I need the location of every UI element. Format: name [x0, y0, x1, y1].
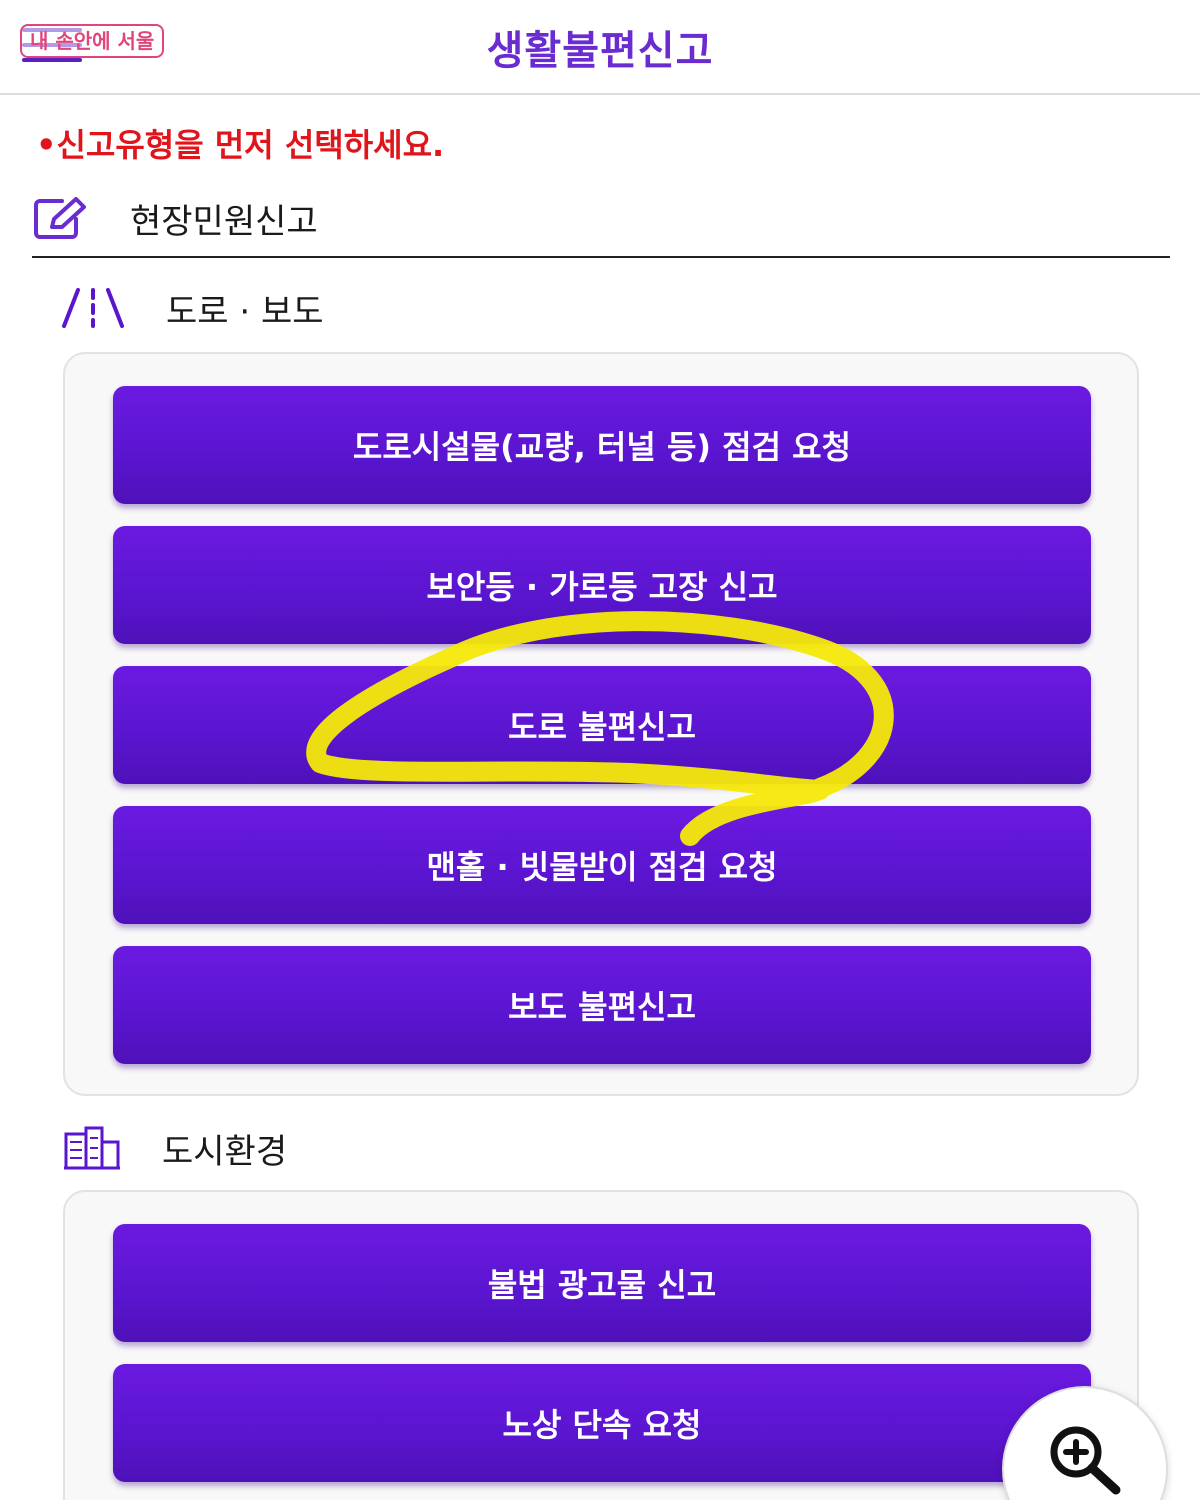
sidewalk-complaint-button[interactable]: 보도 불편신고: [113, 946, 1091, 1064]
page-title: 생활불편신고: [486, 28, 714, 74]
zoom-in-icon: [1050, 1426, 1121, 1495]
street-vendor-control-button[interactable]: 노상 단속 요청: [113, 1364, 1091, 1482]
category-road-label: 도로 · 보도: [166, 291, 324, 332]
select-type-notice: •신고유형을 먼저 선택하세요.: [36, 126, 445, 164]
category-city-label: 도시환경: [162, 1131, 288, 1172]
edit-icon: [34, 197, 86, 239]
manhole-inspection-button[interactable]: 맨홀 · 빗물받이 점검 요청: [113, 806, 1091, 924]
buildings-icon: [64, 1126, 120, 1170]
category-city-environment: 도시환경: [62, 1118, 287, 1178]
illegal-ad-report-button[interactable]: 불법 광고물 신고: [113, 1224, 1091, 1342]
road-facility-inspection-button[interactable]: 도로시설물(교량, 터널 등) 점검 요청: [113, 386, 1091, 504]
city-options-card: 불법 광고물 신고 노상 단속 요청: [63, 1190, 1139, 1500]
section-divider: [32, 256, 1170, 258]
field-report-label: 현장민원신고: [130, 201, 318, 242]
app-header: 내 손안에 서울 생활불편신고: [0, 0, 1200, 95]
road-options-card: 도로시설물(교량, 터널 등) 점검 요청 보안등 · 가로등 고장 신고 도로…: [63, 352, 1139, 1096]
road-icon: [62, 288, 124, 328]
road-complaint-button[interactable]: 도로 불편신고: [113, 666, 1091, 784]
field-report-section[interactable]: 현장민원신고: [32, 188, 318, 248]
category-road: 도로 · 보도: [60, 278, 324, 338]
streetlight-failure-button[interactable]: 보안등 · 가로등 고장 신고: [113, 526, 1091, 644]
